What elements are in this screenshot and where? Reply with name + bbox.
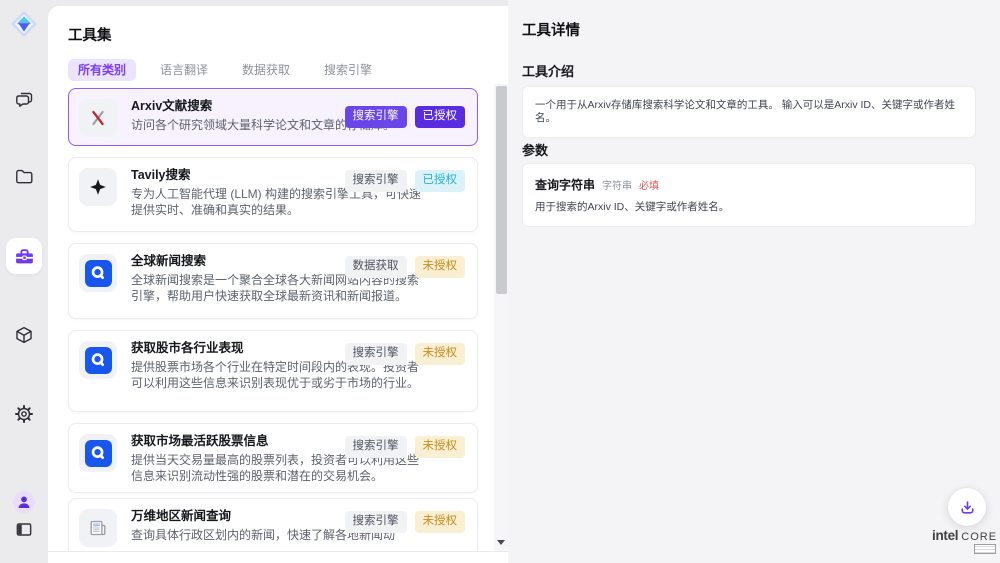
tab-all-categories[interactable]: 所有类别 xyxy=(68,59,136,81)
download-button[interactable] xyxy=(948,488,986,526)
details-title: 工具详情 xyxy=(522,19,580,40)
core-brand-text: CORE xyxy=(961,531,997,543)
download-icon xyxy=(959,499,976,516)
params-heading: 参数 xyxy=(522,140,548,159)
tool-card-global-news[interactable]: 全球新闻搜索 全球新闻搜索是一个聚合全球各大新闻网站内容的搜索引擎，帮助用户快速… xyxy=(68,243,478,319)
folder-icon xyxy=(14,167,34,187)
tool-card-active-stocks[interactable]: 获取市场最活跃股票信息 提供当天交易量最高的股票列表，投资者可以利用这些信息来识… xyxy=(68,423,478,493)
app-logo[interactable] xyxy=(10,10,38,38)
category-badge: 搜索引擎 xyxy=(345,511,407,533)
category-badge: 数据获取 xyxy=(345,256,407,278)
param-type: 字符串 xyxy=(602,177,632,192)
category-badge: 搜索引擎 xyxy=(345,170,407,192)
sidebar-item-chat[interactable] xyxy=(14,89,34,109)
tool-card-arxiv[interactable]: Arxiv文献搜索 访问各个研究领域大量科学论文和文章的存储库。 搜索引擎 已授… xyxy=(68,88,478,146)
param-required-badge: 必填 xyxy=(639,177,659,192)
scrollbar[interactable] xyxy=(494,84,508,551)
sidebar-item-files[interactable] xyxy=(14,167,34,187)
arxiv-x-icon xyxy=(79,99,117,137)
tool-card-sector-performance[interactable]: 获取股市各行业表现 提供股票市场各个行业在特定时间段内的表现。投资者可以利用这些… xyxy=(68,330,478,412)
tool-intro-text: 一个用于从Arxiv存储库搜索科学论文和文章的工具。 输入可以是Arxiv ID… xyxy=(535,99,955,124)
auth-status-badge: 未授权 xyxy=(415,511,466,533)
category-badge: 搜索引擎 xyxy=(345,436,407,458)
parameter-card: 查询字符串 字符串 必填 用于搜索的Arxiv ID、关键字或作者姓名。 xyxy=(522,163,976,227)
page-title: 工具集 xyxy=(68,24,112,45)
tab-translation[interactable]: 语言翻译 xyxy=(150,59,218,81)
blue-search-icon xyxy=(79,341,117,379)
tool-card-tavily[interactable]: Tavily搜索 专为人工智能代理 (LLM) 构建的搜索引擎工具，可快速提供实… xyxy=(68,157,478,232)
auth-status-badge: 未授权 xyxy=(415,436,466,458)
category-badge: 搜索引擎 xyxy=(345,106,407,128)
tool-card-regional-news[interactable]: 万维地区新闻查询 查询具体行政区划内的新闻，快速了解各地新闻动 搜索引擎 未授权 xyxy=(68,498,478,552)
sidebar xyxy=(0,0,48,563)
settings-icon xyxy=(14,404,34,424)
tab-data-fetch[interactable]: 数据获取 xyxy=(232,59,300,81)
scrollbar-thumb[interactable] xyxy=(496,86,507,294)
tool-list-panel: 工具集 所有类别 语言翻译 数据获取 搜索引擎 Arxiv文献搜索 访问各个研究… xyxy=(48,6,508,563)
auth-status-badge: 未授权 xyxy=(415,256,466,278)
blue-search-icon xyxy=(79,254,117,292)
intro-heading: 工具介绍 xyxy=(522,61,574,80)
user-avatar[interactable] xyxy=(13,491,35,513)
auth-status-badge: 已授权 xyxy=(415,106,466,128)
param-name: 查询字符串 xyxy=(535,176,595,193)
category-tabs: 所有类别 语言翻译 数据获取 搜索引擎 xyxy=(68,59,382,81)
four-point-star-icon xyxy=(79,168,117,206)
chat-icon xyxy=(14,89,34,109)
scroll-down-arrow[interactable] xyxy=(497,540,505,545)
intel-core-logo: intel CORE xyxy=(932,528,996,554)
category-badge: 搜索引擎 xyxy=(345,343,407,365)
tool-card-list: Arxiv文献搜索 访问各个研究领域大量科学论文和文章的存储库。 搜索引擎 已授… xyxy=(48,84,508,552)
param-description: 用于搜索的Arxiv ID、关键字或作者姓名。 xyxy=(535,201,963,214)
auth-status-badge: 已授权 xyxy=(415,170,466,192)
tab-search-engine[interactable]: 搜索引擎 xyxy=(314,59,382,81)
intel-brand-text: intel xyxy=(932,528,958,543)
sidebar-item-settings[interactable] xyxy=(14,404,34,424)
panel-toggle-icon[interactable] xyxy=(15,520,34,539)
tool-intro-card: 一个用于从Arxiv存储库搜索科学论文和文章的工具。 输入可以是Arxiv ID… xyxy=(522,86,976,138)
auth-status-badge: 未授权 xyxy=(415,343,466,365)
sidebar-item-tools-active[interactable] xyxy=(6,238,42,274)
blue-search-icon xyxy=(79,434,117,472)
sidebar-item-packages[interactable] xyxy=(14,325,34,345)
tool-details-panel: 工具详情 工具介绍 一个用于从Arxiv存储库搜索科学论文和文章的工具。 输入可… xyxy=(508,0,1000,563)
toolbox-icon xyxy=(14,246,35,267)
cube-icon xyxy=(14,325,34,345)
newspaper-icon xyxy=(79,509,117,547)
intel-ultra-badge xyxy=(974,544,996,554)
